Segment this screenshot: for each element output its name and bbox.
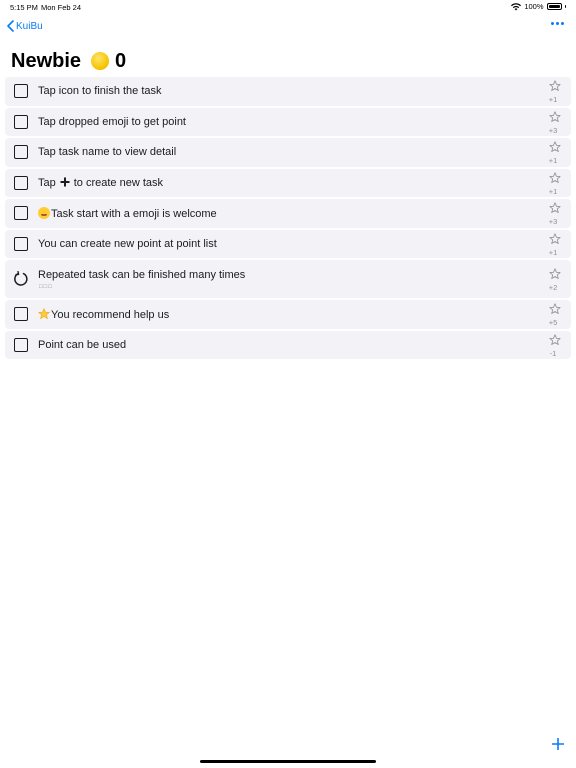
- battery-icon: [546, 3, 562, 10]
- checkbox[interactable]: [14, 206, 28, 220]
- task-row[interactable]: Task start with a emoji is welcome +3: [5, 199, 571, 228]
- task-name[interactable]: You can create new point at point list: [38, 238, 217, 250]
- task-name[interactable]: Point can be used: [38, 339, 126, 351]
- status-bar: 5:15 PM Mon Feb 24 100%: [0, 0, 576, 14]
- task-name[interactable]: You recommend help us: [38, 308, 169, 321]
- task-points: +1: [548, 186, 558, 196]
- task-row[interactable]: Tap dropped emoji to get point +3: [5, 107, 571, 136]
- task-list: Tap icon to finish the task +1 Tap dropp…: [5, 77, 571, 361]
- repeat-icon[interactable]: [13, 271, 29, 287]
- repeat-count: □□□: [39, 284, 53, 290]
- task-name[interactable]: Repeated task can be finished many times: [38, 269, 245, 281]
- task-name[interactable]: Task start with a emoji is welcome: [38, 207, 217, 220]
- task-name[interactable]: Tap to create new task: [38, 177, 163, 189]
- task-points: +1: [548, 156, 558, 165]
- chevron-left-icon: [7, 20, 14, 32]
- star-icon[interactable]: [549, 80, 561, 92]
- add-task-button[interactable]: [552, 738, 564, 750]
- checkbox[interactable]: [14, 337, 28, 352]
- task-points: +3: [548, 217, 558, 226]
- checkbox[interactable]: [14, 236, 28, 251]
- checkbox[interactable]: [14, 175, 28, 190]
- status-date: Mon Feb 24: [41, 3, 82, 12]
- task-row[interactable]: Tap to create new task +1: [5, 168, 571, 197]
- task-points: +2: [548, 283, 558, 292]
- task-row-repeated[interactable]: Repeated task can be finished many times…: [5, 260, 571, 298]
- back-label: KuiBu: [16, 20, 43, 32]
- task-text-after: to create new task: [73, 176, 164, 189]
- star-icon[interactable]: [549, 268, 561, 280]
- battery-tip: [564, 5, 566, 8]
- more-button[interactable]: [551, 22, 564, 25]
- task-row[interactable]: Tap task name to view detail +1: [5, 138, 571, 167]
- star-icon[interactable]: [549, 110, 561, 123]
- status-right: 100%: [511, 2, 566, 11]
- task-text: Task start with a emoji is welcome: [51, 208, 217, 220]
- title-text: Newbie: [11, 49, 82, 72]
- star-icon[interactable]: [549, 202, 561, 214]
- party-face-emoji-icon[interactable]: [38, 207, 50, 219]
- star-icon[interactable]: [549, 333, 561, 346]
- checkbox[interactable]: [14, 307, 28, 321]
- app-screen: 5:15 PM Mon Feb 24 100% KuiBu Newbie 0 T…: [0, 0, 576, 768]
- ellipsis-dot: [561, 22, 564, 25]
- ellipsis-icon: [551, 22, 554, 25]
- task-name[interactable]: Tap dropped emoji to get point: [38, 116, 186, 128]
- star-emoji-icon[interactable]: [38, 308, 50, 320]
- task-text: You recommend help us: [51, 309, 170, 321]
- page-title: Newbie 0: [11, 48, 126, 74]
- task-points: +3: [548, 125, 558, 135]
- task-row[interactable]: Point can be used -1: [5, 330, 571, 359]
- back-button[interactable]: KuiBu: [7, 20, 43, 32]
- checkbox[interactable]: [14, 84, 28, 98]
- plus-icon: [60, 177, 70, 186]
- battery-percent: 100%: [524, 2, 544, 11]
- task-row[interactable]: Tap icon to finish the task +1: [5, 77, 571, 106]
- task-row[interactable]: You recommend help us +5: [5, 300, 571, 329]
- task-points: -1: [549, 348, 557, 358]
- total-points: 0: [115, 49, 127, 72]
- task-points: +1: [548, 247, 558, 257]
- wifi-icon: [511, 2, 522, 10]
- star-icon[interactable]: [549, 303, 561, 315]
- home-indicator[interactable]: [200, 760, 376, 763]
- status-time: 5:15 PM: [10, 3, 38, 12]
- star-icon[interactable]: [549, 171, 561, 184]
- coin-icon: [91, 52, 110, 70]
- star-icon[interactable]: [549, 232, 561, 245]
- task-text-before: Tap: [38, 176, 56, 189]
- task-name[interactable]: Tap icon to finish the task: [38, 85, 162, 97]
- task-name[interactable]: Tap task name to view detail: [38, 146, 176, 158]
- checkbox[interactable]: [14, 114, 28, 129]
- task-points: +1: [548, 95, 558, 104]
- task-points: +5: [548, 318, 558, 327]
- ellipsis-dot: [556, 22, 559, 25]
- task-row[interactable]: You can create new point at point list +…: [5, 229, 571, 258]
- checkbox[interactable]: [14, 145, 28, 159]
- star-icon[interactable]: [549, 141, 561, 153]
